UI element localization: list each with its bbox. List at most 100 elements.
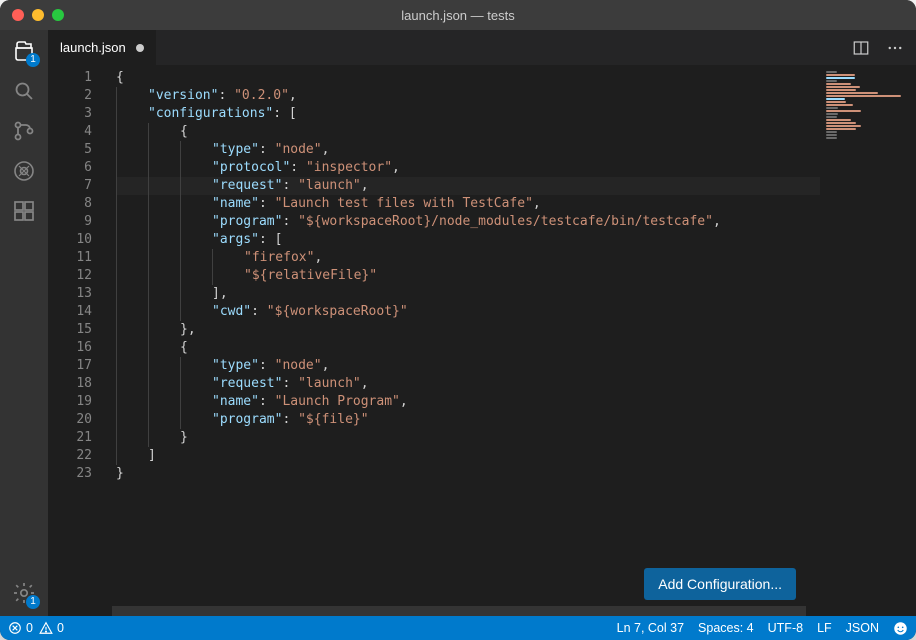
maximize-window-button[interactable] bbox=[52, 9, 64, 21]
line-number: 11 bbox=[48, 249, 92, 267]
titlebar: launch.json — tests bbox=[0, 0, 916, 30]
minimap-line bbox=[826, 137, 837, 139]
minimap-line bbox=[826, 89, 856, 91]
line-number: 6 bbox=[48, 159, 92, 177]
tab-actions bbox=[848, 30, 916, 65]
extensions-icon[interactable] bbox=[11, 198, 37, 224]
tab-label: launch.json bbox=[60, 40, 126, 55]
code-line[interactable]: ] bbox=[116, 447, 820, 465]
window-controls bbox=[12, 9, 64, 21]
line-number: 9 bbox=[48, 213, 92, 231]
code-line[interactable]: "${relativeFile}" bbox=[116, 267, 820, 285]
line-number: 14 bbox=[48, 303, 92, 321]
minimap-line bbox=[826, 116, 837, 118]
code-line[interactable]: "request": "launch", bbox=[116, 375, 820, 393]
code-line[interactable]: "type": "node", bbox=[116, 357, 820, 375]
minimap-line bbox=[826, 128, 856, 130]
code-line[interactable]: "version": "0.2.0", bbox=[116, 87, 820, 105]
minimap-line bbox=[826, 83, 851, 85]
minimap-line bbox=[826, 119, 851, 121]
tab-launch-json[interactable]: launch.json bbox=[48, 30, 157, 65]
search-icon[interactable] bbox=[11, 78, 37, 104]
line-number: 21 bbox=[48, 429, 92, 447]
line-number: 18 bbox=[48, 375, 92, 393]
code-line[interactable]: { bbox=[116, 339, 820, 357]
line-number: 16 bbox=[48, 339, 92, 357]
code-line[interactable]: "request": "launch", bbox=[116, 177, 820, 195]
more-actions-icon[interactable] bbox=[882, 35, 908, 61]
minimap-line bbox=[826, 110, 861, 112]
code-line[interactable]: }, bbox=[116, 321, 820, 339]
editor[interactable]: 1234567891011121314151617181920212223 {"… bbox=[48, 65, 916, 616]
minimap-line bbox=[826, 98, 845, 100]
code-line[interactable]: } bbox=[116, 429, 820, 447]
status-warnings[interactable]: 0 bbox=[39, 621, 64, 635]
feedback-icon[interactable] bbox=[893, 621, 908, 636]
close-window-button[interactable] bbox=[12, 9, 24, 21]
minimap[interactable] bbox=[820, 65, 916, 616]
modified-indicator-icon bbox=[136, 44, 144, 52]
source-control-icon[interactable] bbox=[11, 118, 37, 144]
minimap-line bbox=[826, 71, 837, 73]
minimap-line bbox=[826, 113, 838, 115]
status-indentation[interactable]: Spaces: 4 bbox=[698, 621, 754, 635]
workbench: 1 1 launch.json bbox=[0, 30, 916, 616]
minimap-line bbox=[826, 131, 837, 133]
split-editor-icon[interactable] bbox=[848, 35, 874, 61]
add-configuration-button[interactable]: Add Configuration... bbox=[644, 568, 796, 600]
code-line[interactable]: "firefox", bbox=[116, 249, 820, 267]
code-line[interactable]: "configurations": [ bbox=[116, 105, 820, 123]
line-number: 22 bbox=[48, 447, 92, 465]
line-number: 10 bbox=[48, 231, 92, 249]
code-line[interactable]: "cwd": "${workspaceRoot}" bbox=[116, 303, 820, 321]
status-bar: 0 0 Ln 7, Col 37 Spaces: 4 UTF-8 LF JSON bbox=[0, 616, 916, 640]
minimap-line bbox=[826, 74, 855, 76]
minimap-line bbox=[826, 101, 846, 103]
minimap-line bbox=[826, 125, 861, 127]
code-line[interactable]: } bbox=[116, 465, 820, 483]
minimap-line bbox=[826, 104, 853, 106]
code-line[interactable]: "name": "Launch Program", bbox=[116, 393, 820, 411]
code-line[interactable]: ], bbox=[116, 285, 820, 303]
explorer-badge: 1 bbox=[26, 53, 40, 67]
line-number: 23 bbox=[48, 465, 92, 483]
minimap-line bbox=[826, 134, 837, 136]
line-number: 3 bbox=[48, 105, 92, 123]
code-line[interactable]: "protocol": "inspector", bbox=[116, 159, 820, 177]
line-number: 19 bbox=[48, 393, 92, 411]
code-line[interactable]: "program": "${file}" bbox=[116, 411, 820, 429]
explorer-icon[interactable]: 1 bbox=[11, 38, 37, 64]
minimap-line bbox=[826, 86, 860, 88]
activity-bar: 1 1 bbox=[0, 30, 48, 616]
code-line[interactable]: "type": "node", bbox=[116, 141, 820, 159]
minimap-line bbox=[826, 95, 901, 97]
minimap-line bbox=[826, 92, 878, 94]
debug-icon[interactable] bbox=[11, 158, 37, 184]
line-number: 12 bbox=[48, 267, 92, 285]
code-line[interactable]: "name": "Launch test files with TestCafe… bbox=[116, 195, 820, 213]
status-encoding[interactable]: UTF-8 bbox=[768, 621, 803, 635]
settings-icon[interactable]: 1 bbox=[11, 580, 37, 606]
code-line[interactable]: "program": "${workspaceRoot}/node_module… bbox=[116, 213, 820, 231]
editor-group: launch.json 1234567891011121314151617181… bbox=[48, 30, 916, 616]
window-title: launch.json — tests bbox=[401, 8, 514, 23]
line-number: 4 bbox=[48, 123, 92, 141]
line-number: 7 bbox=[48, 177, 92, 195]
minimize-window-button[interactable] bbox=[32, 9, 44, 21]
status-cursor-position[interactable]: Ln 7, Col 37 bbox=[617, 621, 684, 635]
code-line[interactable]: "args": [ bbox=[116, 231, 820, 249]
gutter: 1234567891011121314151617181920212223 bbox=[48, 65, 112, 616]
code-line[interactable]: { bbox=[116, 123, 820, 141]
code-area[interactable]: {"version": "0.2.0","configurations": [{… bbox=[112, 65, 820, 616]
minimap-line bbox=[826, 122, 856, 124]
tab-bar: launch.json bbox=[48, 30, 916, 65]
settings-badge: 1 bbox=[26, 595, 40, 609]
line-number: 8 bbox=[48, 195, 92, 213]
status-language[interactable]: JSON bbox=[846, 621, 879, 635]
status-errors[interactable]: 0 bbox=[8, 621, 33, 635]
horizontal-scrollbar[interactable] bbox=[112, 606, 806, 616]
code-line[interactable]: { bbox=[116, 69, 820, 87]
minimap-line bbox=[826, 80, 837, 82]
status-eol[interactable]: LF bbox=[817, 621, 832, 635]
line-number: 1 bbox=[48, 69, 92, 87]
